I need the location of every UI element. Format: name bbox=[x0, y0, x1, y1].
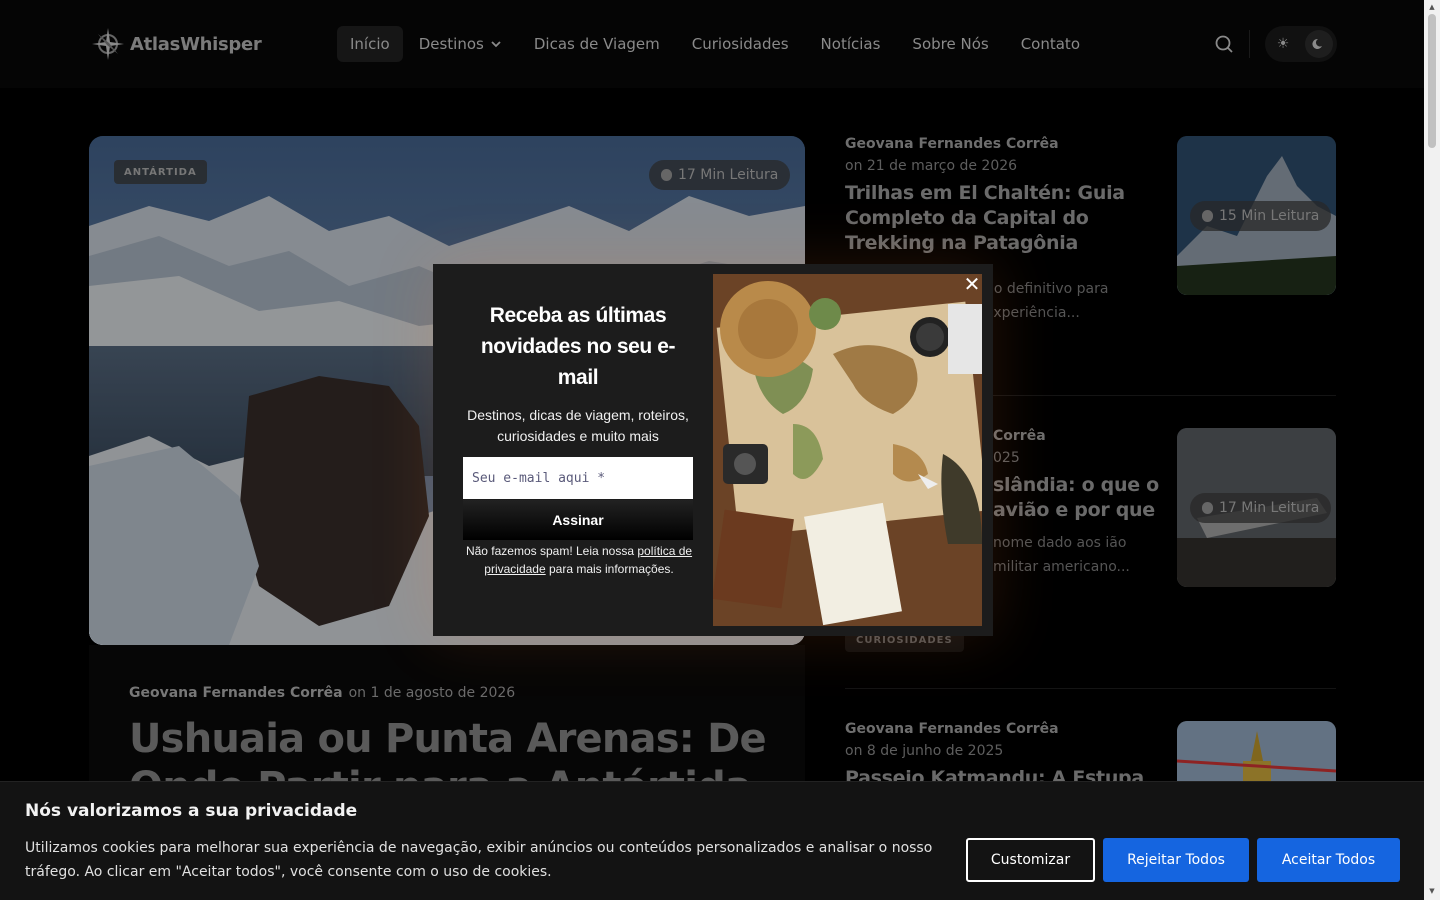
email-field[interactable] bbox=[463, 457, 693, 499]
travel-map-image bbox=[713, 274, 982, 626]
nav-destinos[interactable]: Destinos bbox=[403, 26, 518, 62]
article-excerpt: nome dado aos ião militar americano... bbox=[993, 535, 1130, 575]
side-article[interactable]: Corrêa 025 slândia: o que o avião e por … bbox=[993, 428, 1163, 579]
nav-sobre-nos[interactable]: Sobre Nós bbox=[896, 26, 1004, 62]
nav-curiosidades[interactable]: Curiosidades bbox=[676, 26, 805, 62]
nav-dicas-de-viagem[interactable]: Dicas de Viagem bbox=[518, 26, 676, 62]
article-excerpt: no definitivo para experiência... bbox=[985, 281, 1109, 321]
read-time-label: 17 Min Leitura bbox=[1219, 500, 1320, 516]
hero-meta: Geovana Fernandes Corrêa on 1 de agosto … bbox=[129, 685, 515, 701]
header-divider bbox=[1249, 30, 1250, 58]
cookie-banner: Nós valorizamos a sua privacidade Utiliz… bbox=[0, 781, 1424, 900]
accept-all-button[interactable]: Aceitar Todos bbox=[1257, 838, 1400, 882]
read-time-label: 17 Min Leitura bbox=[678, 167, 779, 183]
search-icon[interactable] bbox=[1212, 32, 1236, 56]
spam-note-text: Não fazemos spam! Leia nossa bbox=[465, 544, 638, 558]
moon-icon[interactable] bbox=[1305, 30, 1333, 58]
nav-label: Sobre Nós bbox=[912, 35, 989, 53]
nav-contato[interactable]: Contato bbox=[1005, 26, 1096, 62]
scroll-up-arrow-icon[interactable]: ▲ bbox=[1428, 3, 1436, 11]
timer-icon bbox=[661, 169, 672, 181]
logo-text: AtlasWhisper bbox=[130, 33, 262, 55]
main-nav: Início Destinos Dicas de Viagem Curiosid… bbox=[337, 26, 1096, 62]
newsletter-title: Receba as últimas novidades no seu e-mai… bbox=[480, 304, 676, 389]
nav-noticias[interactable]: Notícias bbox=[805, 26, 897, 62]
read-time-label: 15 Min Leitura bbox=[1219, 208, 1320, 224]
author-link[interactable]: Geovana Fernandes Corrêa bbox=[129, 685, 343, 701]
spam-note-text: para mais informações. bbox=[545, 562, 674, 576]
article-divider bbox=[845, 688, 1336, 689]
nav-label: Curiosidades bbox=[691, 35, 789, 53]
tag-label: CURIOSIDADES bbox=[856, 634, 953, 646]
nav-label: Notícias bbox=[820, 35, 881, 53]
newsletter-copy: Receba as últimas novidades no seu e-mai… bbox=[463, 300, 693, 447]
timer-icon bbox=[1202, 210, 1213, 222]
logo[interactable]: AtlasWhisper bbox=[90, 26, 262, 62]
reject-all-button[interactable]: Rejeitar Todos bbox=[1103, 838, 1249, 882]
theme-toggle[interactable]: ☀ bbox=[1265, 26, 1337, 62]
post-date: on 1 de agosto de 2026 bbox=[348, 685, 516, 701]
newsletter-modal: Receba as últimas novidades no seu e-mai… bbox=[433, 264, 993, 636]
spam-note: Não fazemos spam! Leia nossa política de… bbox=[461, 542, 697, 578]
site-header: AtlasWhisper Início Destinos Dicas de Vi… bbox=[0, 0, 1424, 88]
sun-icon[interactable]: ☀ bbox=[1269, 30, 1297, 58]
author-link[interactable]: Corrêa bbox=[993, 428, 1163, 444]
customize-button[interactable]: Customizar bbox=[966, 838, 1095, 882]
article-title[interactable]: slândia: o que o avião e por que bbox=[993, 473, 1163, 523]
article-title[interactable]: Trilhas em El Chaltén: Guia Completo da … bbox=[845, 181, 1161, 256]
cookie-title: Nós valorizamos a sua privacidade bbox=[25, 801, 358, 821]
page-scrollbar[interactable]: ▲ ▼ bbox=[1424, 0, 1440, 900]
scroll-down-arrow-icon[interactable]: ▼ bbox=[1428, 887, 1436, 895]
chevron-down-icon bbox=[491, 41, 501, 48]
read-time-badge: 15 Min Leitura bbox=[1190, 201, 1332, 231]
nav-inicio[interactable]: Início bbox=[337, 26, 403, 62]
compass-logo-icon bbox=[90, 26, 126, 62]
newsletter-description: Destinos, dicas de viagem, roteiros, cur… bbox=[467, 407, 689, 444]
nav-label: Dicas de Viagem bbox=[533, 35, 660, 53]
close-icon[interactable]: ✕ bbox=[960, 272, 984, 296]
read-time-badge: 17 Min Leitura bbox=[649, 160, 791, 190]
nav-label: Destinos bbox=[418, 35, 484, 53]
nav-label: Início bbox=[350, 35, 390, 53]
scroll-thumb[interactable] bbox=[1428, 14, 1436, 148]
timer-icon bbox=[1202, 502, 1213, 514]
nav-label: Contato bbox=[1020, 35, 1080, 53]
category-tag[interactable]: ANTÁRTIDA bbox=[114, 160, 207, 184]
read-time-badge: 17 Min Leitura bbox=[1190, 493, 1332, 523]
post-date: 025 bbox=[993, 450, 1020, 466]
cookie-text: Utilizamos cookies para melhorar sua exp… bbox=[25, 840, 933, 880]
tag-label: ANTÁRTIDA bbox=[124, 166, 197, 178]
subscribe-button[interactable]: Assinar bbox=[463, 500, 693, 540]
